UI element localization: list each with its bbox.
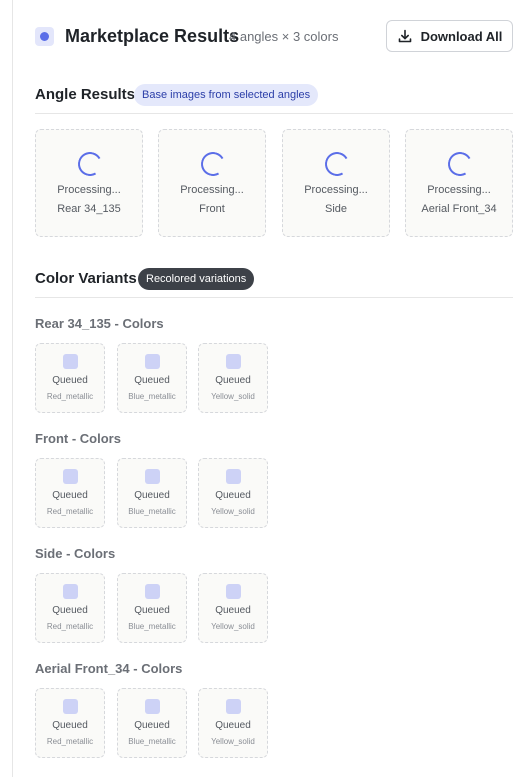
download-icon	[398, 29, 411, 43]
color-variant-card[interactable]: Queued Blue_metallic	[117, 573, 187, 643]
color-variant-status: Queued	[52, 720, 88, 731]
angle-name: Front	[199, 203, 225, 215]
color-variant-status: Queued	[134, 605, 170, 616]
placeholder-swatch-icon	[226, 469, 241, 484]
placeholder-swatch-icon	[226, 584, 241, 599]
placeholder-swatch-icon	[63, 354, 78, 369]
color-variant-card[interactable]: Queued Yellow_solid	[198, 573, 268, 643]
color-variant-card[interactable]: Queued Yellow_solid	[198, 458, 268, 528]
color-variants-title: Color Variants	[35, 270, 137, 287]
placeholder-swatch-icon	[145, 699, 160, 714]
results-header: Marketplace Results 4 angles × 3 colors …	[35, 20, 513, 54]
color-variant-name: Red_metallic	[46, 737, 94, 746]
color-variant-status: Queued	[215, 605, 251, 616]
color-variants-badge: Recolored variations	[138, 268, 255, 290]
color-variant-name: Yellow_solid	[211, 392, 255, 401]
placeholder-swatch-icon	[145, 354, 160, 369]
color-variant-card[interactable]: Queued Blue_metallic	[117, 688, 187, 758]
color-variant-name: Yellow_solid	[211, 507, 255, 516]
download-all-button[interactable]: Download All	[386, 20, 513, 52]
angle-result-card[interactable]: Processing... Front	[158, 129, 266, 237]
color-variant-status: Queued	[215, 490, 251, 501]
color-variant-card[interactable]: Queued Red_metallic	[35, 458, 105, 528]
angle-name: Aerial Front_34	[421, 203, 497, 215]
angle-name: Rear 34_135	[57, 203, 121, 215]
color-variant-card[interactable]: Queued Yellow_solid	[198, 688, 268, 758]
angle-status: Processing...	[304, 184, 368, 196]
color-group-title: Rear 34_135 - Colors	[35, 316, 164, 331]
loading-spinner-icon	[445, 149, 475, 179]
color-variant-card[interactable]: Queued Red_metallic	[35, 343, 105, 413]
loading-spinner-icon	[322, 149, 352, 179]
color-group-title: Side - Colors	[35, 546, 116, 561]
placeholder-swatch-icon	[226, 699, 241, 714]
color-variant-status: Queued	[52, 375, 88, 386]
color-variant-name: Red_metallic	[46, 507, 94, 516]
color-variant-status: Queued	[215, 720, 251, 731]
color-variant-card[interactable]: Queued Blue_metallic	[117, 343, 187, 413]
placeholder-swatch-icon	[226, 354, 241, 369]
page-title: Marketplace Results	[65, 26, 240, 46]
color-variant-card[interactable]: Queued Red_metallic	[35, 688, 105, 758]
angle-result-card[interactable]: Processing... Side	[282, 129, 390, 237]
angle-result-card[interactable]: Processing... Rear 34_135	[35, 129, 143, 237]
loading-spinner-icon	[198, 149, 228, 179]
placeholder-swatch-icon	[145, 584, 160, 599]
download-all-label: Download All	[420, 28, 503, 44]
results-summary: 4 angles × 3 colors	[229, 29, 339, 44]
color-variant-name: Blue_metallic	[128, 507, 176, 516]
angle-section-divider	[35, 113, 513, 114]
angle-name: Side	[324, 203, 348, 215]
color-variant-status: Queued	[134, 720, 170, 731]
loading-spinner-icon	[75, 149, 105, 179]
color-section-divider	[35, 297, 513, 298]
placeholder-swatch-icon	[63, 469, 78, 484]
color-variant-name: Yellow_solid	[211, 622, 255, 631]
placeholder-swatch-icon	[63, 584, 78, 599]
left-divider	[12, 0, 13, 777]
color-variant-status: Queued	[134, 490, 170, 501]
angle-results-badge: Base images from selected angles	[134, 84, 319, 106]
angle-result-card[interactable]: Processing... Aerial Front_34	[405, 129, 513, 237]
color-variant-card[interactable]: Queued Yellow_solid	[198, 343, 268, 413]
color-variant-status: Queued	[52, 605, 88, 616]
color-variant-name: Blue_metallic	[128, 737, 176, 746]
marketplace-icon	[35, 27, 54, 46]
color-variant-card[interactable]: Queued Red_metallic	[35, 573, 105, 643]
angle-results-title: Angle Results	[35, 86, 136, 103]
color-variant-card[interactable]: Queued Blue_metallic	[117, 458, 187, 528]
angle-status: Processing...	[427, 184, 491, 196]
color-group-title: Aerial Front_34 - Colors	[35, 661, 183, 676]
color-variant-name: Blue_metallic	[128, 622, 176, 631]
placeholder-swatch-icon	[145, 469, 160, 484]
angle-status: Processing...	[57, 184, 121, 196]
color-variant-name: Red_metallic	[46, 622, 94, 631]
color-group-title: Front - Colors	[35, 431, 121, 446]
placeholder-swatch-icon	[63, 699, 78, 714]
color-variant-name: Red_metallic	[46, 392, 94, 401]
color-variant-status: Queued	[215, 375, 251, 386]
color-variant-status: Queued	[134, 375, 170, 386]
color-variant-name: Yellow_solid	[211, 737, 255, 746]
color-variant-status: Queued	[52, 490, 88, 501]
angle-status: Processing...	[180, 184, 244, 196]
color-variant-name: Blue_metallic	[128, 392, 176, 401]
